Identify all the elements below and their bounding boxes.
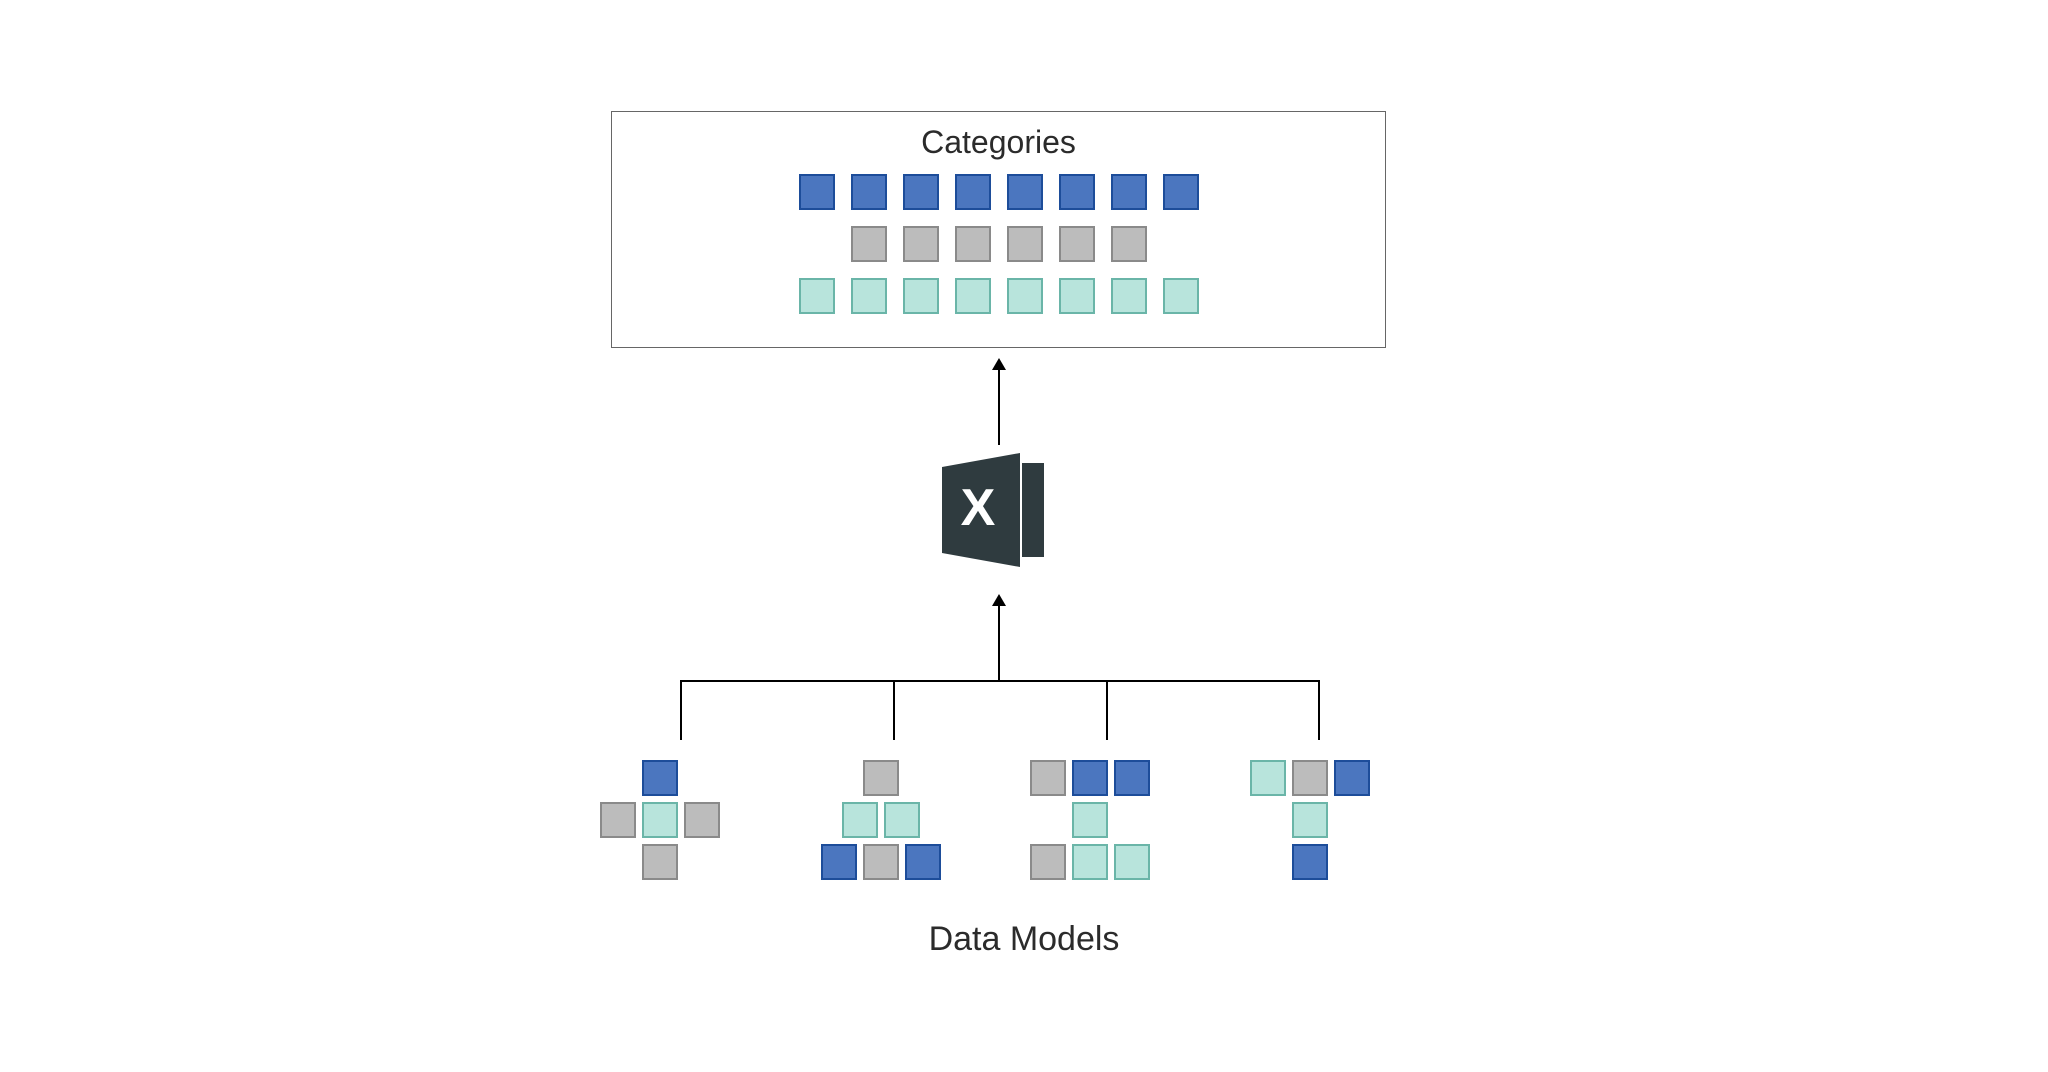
model-square xyxy=(1072,760,1108,796)
model-square xyxy=(1114,844,1150,880)
model-square xyxy=(1030,844,1066,880)
model-square xyxy=(642,760,678,796)
category-square xyxy=(851,226,887,262)
bracket-drop-3 xyxy=(1106,680,1108,740)
category-square xyxy=(903,174,939,210)
arrow-head-top-icon xyxy=(992,358,1006,370)
data-model-plus xyxy=(600,760,760,920)
model-square xyxy=(1250,760,1286,796)
model-square xyxy=(1114,760,1150,796)
model-square xyxy=(842,802,878,838)
model-square xyxy=(821,844,857,880)
model-square xyxy=(863,844,899,880)
category-square xyxy=(1007,226,1043,262)
excel-letter: X xyxy=(961,479,996,537)
category-square xyxy=(1059,226,1095,262)
model-square xyxy=(905,844,941,880)
data-model-t-shape xyxy=(1250,760,1410,920)
model-square xyxy=(1292,802,1328,838)
model-square xyxy=(1030,760,1066,796)
categories-box: Categories xyxy=(611,111,1386,348)
category-square xyxy=(1111,278,1147,314)
category-square xyxy=(1163,174,1199,210)
category-square xyxy=(1163,278,1199,314)
model-square xyxy=(600,802,636,838)
category-square xyxy=(799,174,835,210)
bracket-drop-2 xyxy=(893,680,895,740)
model-square xyxy=(642,844,678,880)
model-square xyxy=(1072,844,1108,880)
excel-icon: X xyxy=(932,445,1062,575)
data-models-label: Data Models xyxy=(0,920,2048,959)
arrow-top xyxy=(998,370,1000,445)
model-square xyxy=(1334,760,1370,796)
arrow-bottom xyxy=(998,606,1000,680)
category-square xyxy=(1111,226,1147,262)
data-model-triangle xyxy=(800,760,960,920)
model-square xyxy=(1292,760,1328,796)
category-square xyxy=(1007,278,1043,314)
category-row-blue xyxy=(799,174,1199,210)
arrow-head-bottom-icon xyxy=(992,594,1006,606)
model-square xyxy=(684,802,720,838)
bracket-drop-4 xyxy=(1318,680,1320,740)
categories-rows xyxy=(612,174,1385,314)
model-square xyxy=(863,760,899,796)
category-square xyxy=(903,278,939,314)
category-row-teal xyxy=(799,278,1199,314)
category-square xyxy=(1111,174,1147,210)
category-square xyxy=(851,174,887,210)
categories-title: Categories xyxy=(612,124,1385,161)
bracket-horizontal xyxy=(680,680,1320,682)
model-square xyxy=(884,802,920,838)
model-square xyxy=(1072,802,1108,838)
model-square xyxy=(1292,844,1328,880)
model-square xyxy=(642,802,678,838)
category-square xyxy=(851,278,887,314)
data-model-i-shape xyxy=(1030,760,1190,920)
category-square xyxy=(1059,174,1095,210)
category-square xyxy=(1007,174,1043,210)
bracket-drop-1 xyxy=(680,680,682,740)
category-square xyxy=(903,226,939,262)
diagram-stage: Categories X Data Models xyxy=(0,0,2048,1072)
category-square xyxy=(955,278,991,314)
category-square xyxy=(955,226,991,262)
category-square xyxy=(799,278,835,314)
category-square xyxy=(1059,278,1095,314)
category-row-gray xyxy=(851,226,1147,262)
category-square xyxy=(955,174,991,210)
